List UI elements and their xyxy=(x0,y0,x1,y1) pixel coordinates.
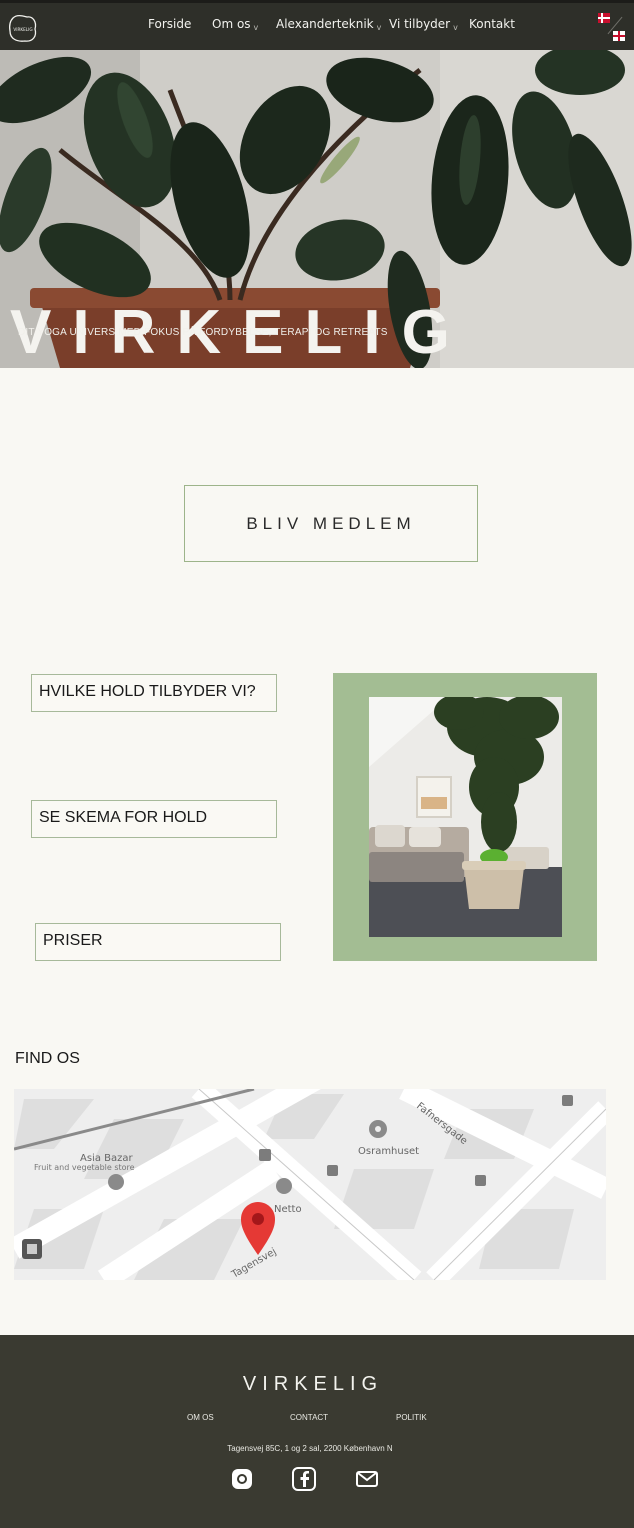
location-map[interactable]: Asia Bazar Fruit and vegetable store Osr… xyxy=(14,1089,606,1280)
map-label-asia-bazar-sub: Fruit and vegetable store xyxy=(34,1163,135,1172)
nav-item-label: Kontakt xyxy=(469,17,515,31)
footer-address: Tagensvej 85C, 1 og 2 sal, 2200 Københav… xyxy=(227,1444,393,1453)
become-member-label: BLIV MEDLEM xyxy=(246,513,416,533)
find-us-heading: FIND OS xyxy=(15,1050,80,1067)
schedule-label: SE SKEMA FOR HOLD xyxy=(39,809,208,826)
hero-subtitle: DIT YOGA UNIVERS MED FOKUS PÅ FORDYBELSE… xyxy=(18,327,388,338)
site-footer: VIRKELIG OM OS CONTACT POLITIK Tagensvej… xyxy=(0,1335,634,1528)
mail-icon[interactable] xyxy=(355,1467,379,1491)
footer-link-contact[interactable]: CONTACT xyxy=(290,1413,328,1422)
footer-link-om-os[interactable]: OM OS xyxy=(187,1413,214,1422)
studio-photo xyxy=(369,697,562,937)
map-label-netto: Netto xyxy=(274,1204,302,1215)
nav-item-label: Alexanderteknik xyxy=(276,17,374,31)
footer-brand: VIRKELIG xyxy=(242,1373,384,1395)
nav-item-forside[interactable]: Forside xyxy=(148,17,191,31)
nav-item-label: Om os xyxy=(212,17,251,31)
nav-item-om-os[interactable]: Om os v xyxy=(212,17,259,32)
map-label-osramhuset: Osramhuset xyxy=(358,1146,419,1157)
studio-photo-frame xyxy=(333,673,597,961)
map-canvas: Asia Bazar Fruit and vegetable store Osr… xyxy=(14,1089,606,1280)
english-flag-icon[interactable] xyxy=(613,31,625,41)
top-nav-bar: VIRKELIG Forside Om os v Alexanderteknik v… xyxy=(0,0,634,50)
danish-flag-icon[interactable] xyxy=(598,13,610,23)
prices-button[interactable]: PRISER xyxy=(35,923,281,961)
nav-item-label: Forside xyxy=(148,17,192,31)
classes-label: HVILKE HOLD TILBYDER VI? xyxy=(39,683,256,700)
footer-link-politik[interactable]: POLITIK xyxy=(396,1413,427,1422)
chevron-down-icon: v xyxy=(253,23,259,32)
nav-menu: Forside Om os v Alexanderteknik v Vi tilby… xyxy=(0,3,634,50)
classes-button[interactable]: HVILKE HOLD TILBYDER VI? xyxy=(31,674,277,712)
become-member-button[interactable]: BLIV MEDLEM xyxy=(184,485,478,562)
prices-label: PRISER xyxy=(43,932,103,949)
chevron-down-icon: v xyxy=(376,23,382,32)
hero-banner: VIRKELIG DIT YOGA UNIVERS MED FOKUS PÅ F… xyxy=(0,50,634,368)
studio-image xyxy=(369,697,562,937)
nav-item-label: Vi tilbyder xyxy=(389,17,451,31)
instagram-icon[interactable] xyxy=(230,1467,254,1491)
schedule-button[interactable]: SE SKEMA FOR HOLD xyxy=(31,800,277,838)
chevron-down-icon: v xyxy=(453,23,458,32)
nav-item-vi-tilbyder[interactable]: Vi tilbyder v xyxy=(389,17,458,32)
nav-item-alexanderteknik[interactable]: Alexanderteknik v xyxy=(276,17,382,32)
nav-item-kontakt[interactable]: Kontakt xyxy=(469,17,515,31)
facebook-icon[interactable] xyxy=(292,1467,316,1491)
